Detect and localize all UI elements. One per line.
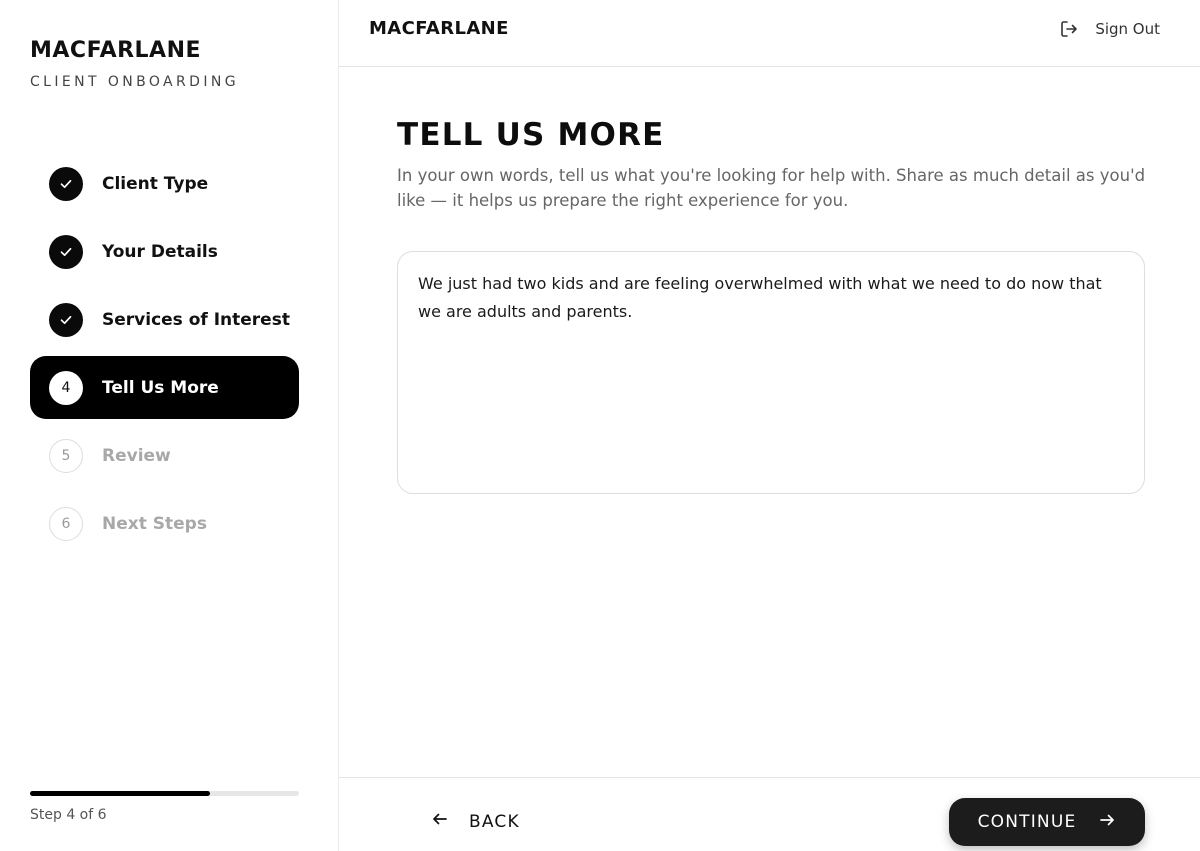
sign-out-button[interactable]: Sign Out [1059,17,1160,41]
step-label: Client Type [102,173,209,194]
step-number: 4 [49,370,83,405]
continue-button[interactable]: CONTINUE [949,798,1145,846]
page-description: In your own words, tell us what you're l… [397,166,1146,210]
sidebar: MACFARLANE CLIENT ONBOARDING Client Type… [0,0,339,851]
back-button[interactable]: BACK [431,810,520,833]
page-title: TELL US MORE [397,117,665,153]
step-review[interactable]: 5 Review [30,424,299,487]
step-tell-us-more[interactable]: 4 Tell Us More [30,356,299,419]
continue-label: CONTINUE [977,812,1077,832]
progress-bar [30,791,299,796]
brand-title: MACFARLANE [30,38,202,63]
step-services-of-interest[interactable]: Services of Interest [30,288,299,351]
step-client-type[interactable]: Client Type [30,152,299,215]
step-label: Review [102,445,171,466]
check-icon [49,166,83,201]
details-textarea[interactable] [397,251,1145,494]
arrow-right-icon [1098,811,1116,834]
step-list: Client Type Your Details Services of Int… [30,152,299,560]
sign-out-icon [1059,19,1079,39]
step-number: 5 [49,438,83,473]
check-icon [49,234,83,269]
header-logo: MACFARLANE [369,18,509,39]
onboarding-app: MACFARLANE CLIENT ONBOARDING Client Type… [0,0,1200,851]
arrow-left-icon [431,810,449,833]
sign-out-label: Sign Out [1095,20,1160,38]
check-icon [49,302,83,337]
step-label: Your Details [102,241,218,262]
step-number: 6 [49,506,83,541]
brand-subtitle: CLIENT ONBOARDING [30,74,239,90]
step-label: Tell Us More [102,377,219,398]
back-label: BACK [469,811,520,832]
progress-fill [30,791,211,796]
footer-bar: BACK CONTINUE [339,777,1200,851]
main-content: TELL US MORE In your own words, tell us … [339,67,1200,777]
step-label: Services of Interest [102,309,290,330]
step-label: Next Steps [102,513,207,534]
top-bar: MACFARLANE Sign Out [339,0,1200,67]
step-next-steps[interactable]: 6 Next Steps [30,492,299,555]
step-your-details[interactable]: Your Details [30,220,299,283]
step-count: Step 4 of 6 [30,807,107,823]
